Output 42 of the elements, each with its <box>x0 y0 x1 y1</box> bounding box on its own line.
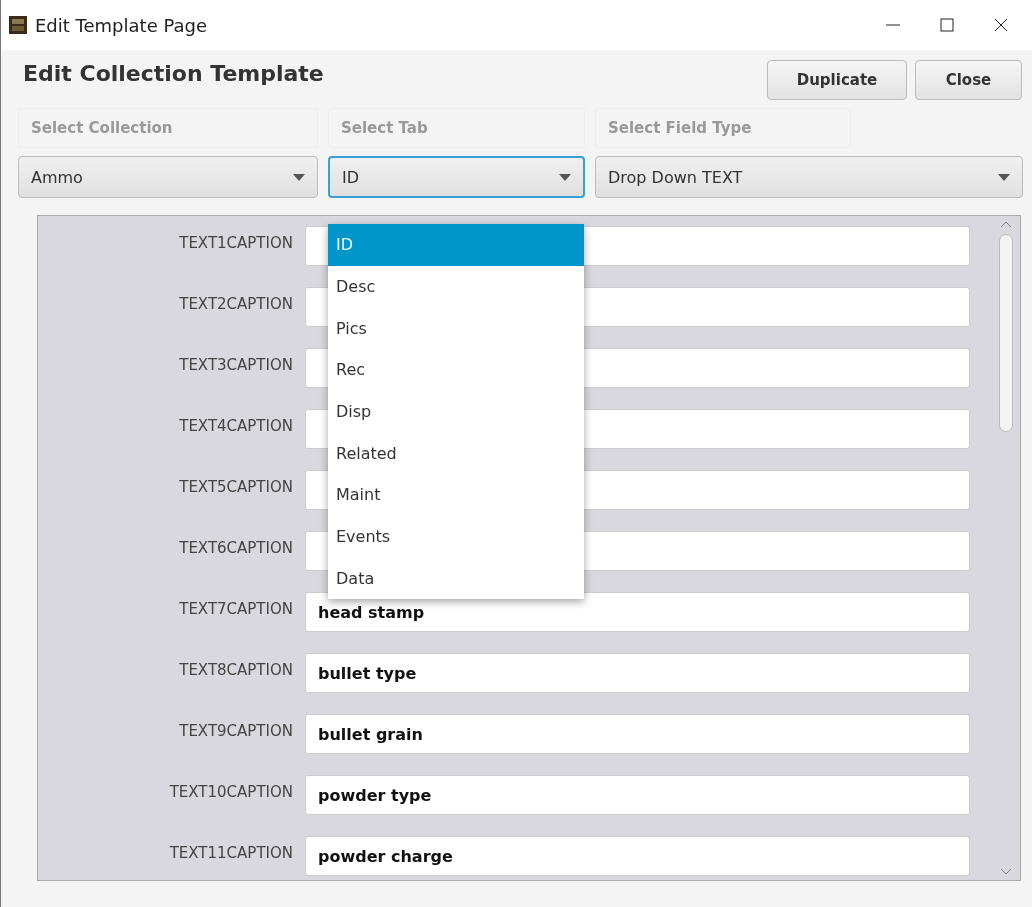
combo-box[interactable]: ID <box>328 156 585 198</box>
combo-box[interactable]: Drop Down TEXT <box>595 156 1023 198</box>
caret-icon <box>998 173 1010 181</box>
caret-icon <box>293 173 305 181</box>
maximize-icon[interactable] <box>939 17 955 33</box>
dropdown-option[interactable]: Events <box>328 515 584 558</box>
input-field[interactable]: powder charge <box>305 836 970 876</box>
field-caption: TEXT2CAPTION <box>178 294 294 313</box>
field-caption: TEXT8CAPTION <box>178 660 294 679</box>
window-title: Edit Template Page <box>35 14 208 36</box>
close-button[interactable]: Close <box>915 60 1022 100</box>
field-caption: TEXT1CAPTION <box>178 233 294 252</box>
dropdown-option[interactable]: Pics <box>328 307 584 350</box>
field-caption: TEXT3CAPTION <box>178 355 294 374</box>
field-caption: TEXT11CAPTION <box>168 843 294 862</box>
selector-label: Select Tab <box>328 108 585 148</box>
field-caption: TEXT10CAPTION <box>168 782 294 801</box>
input-field[interactable]: bullet grain <box>305 714 970 754</box>
field-caption: TEXT5CAPTION <box>178 477 294 496</box>
dropdown-option[interactable]: Related <box>328 432 584 475</box>
dropdown-option[interactable]: Desc <box>328 265 584 308</box>
dropdown-option[interactable]: Disp <box>328 390 584 433</box>
input-field[interactable]: powder type <box>305 775 970 815</box>
field-caption: TEXT6CAPTION <box>178 538 294 557</box>
scroll-up-icon[interactable] <box>1000 220 1012 228</box>
close-icon[interactable] <box>993 17 1009 33</box>
input-field[interactable]: head stamp <box>305 592 970 632</box>
caret-icon <box>559 173 571 181</box>
combo-box[interactable]: Ammo <box>18 156 318 198</box>
selector-label: Select Collection <box>18 108 318 148</box>
page-heading: Edit Collection Template <box>23 61 325 88</box>
field-caption: TEXT9CAPTION <box>178 721 294 740</box>
field-caption: TEXT7CAPTION <box>178 599 294 618</box>
input-field[interactable]: bullet type <box>305 653 970 693</box>
dropdown-option[interactable]: Rec <box>328 349 584 391</box>
scroll-down-icon[interactable] <box>1000 868 1012 876</box>
selector-label: Select Field Type <box>595 108 851 148</box>
field-caption: TEXT4CAPTION <box>178 416 294 435</box>
scroll-thumb[interactable] <box>999 234 1013 432</box>
duplicate-button[interactable]: Duplicate <box>767 60 907 100</box>
dropdown-option[interactable]: Maint <box>328 474 584 516</box>
app-icon <box>9 16 27 34</box>
